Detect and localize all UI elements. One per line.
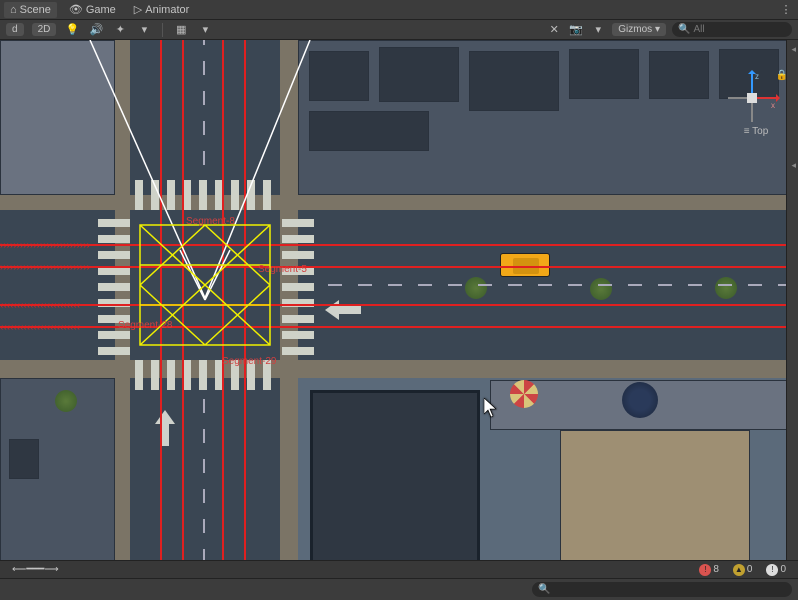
tree [715, 277, 737, 299]
red-lane-line [0, 244, 798, 246]
fx-icon[interactable]: ✦ [112, 22, 128, 38]
info-count: 0 [780, 564, 786, 575]
grid-icon[interactable]: ▦ [173, 22, 189, 38]
warning-icon: ▲ [733, 564, 745, 576]
tree [590, 278, 612, 300]
hidden-icon[interactable]: ▾ [136, 22, 152, 38]
search-icon: 🔍 [678, 24, 690, 35]
lane-divider [203, 40, 205, 195]
red-lane-line [0, 266, 798, 268]
segment-label: Segment-5 [258, 264, 307, 275]
tab-game[interactable]: 👁Game [63, 1, 122, 18]
red-lane-line [0, 304, 798, 306]
shaded-dropdown[interactable]: d [6, 23, 24, 36]
search-icon: 🔍 [538, 584, 550, 595]
scene-icon: ⌂ [10, 4, 17, 16]
lighting-icon[interactable]: 💡 [64, 22, 80, 38]
building [0, 40, 115, 195]
search-input[interactable] [693, 24, 783, 35]
building [9, 439, 39, 479]
segment-label: Segment-8 [186, 216, 235, 227]
overflow-menu-icon[interactable]: ⋮ [778, 2, 794, 18]
crosswalk [282, 215, 314, 355]
tab-animator[interactable]: ▷Animator [128, 1, 196, 18]
status-bar: ⟵━━━⟶ !8 ▲0 !0 [0, 560, 798, 578]
red-lane-line-v [182, 40, 184, 563]
axis-x-label: x [771, 101, 775, 110]
console-search-input[interactable] [553, 584, 643, 595]
scene-viewport[interactable]: ››››››››››››››››››››››››››› ››››››››››››… [0, 40, 798, 563]
tree [465, 277, 487, 299]
tree [55, 390, 77, 412]
animator-icon: ▷ [134, 3, 142, 16]
warnings-count: 0 [747, 564, 753, 575]
gizmos-label: Gizmos [618, 24, 652, 35]
gizmos-dropdown[interactable]: Gizmos ▾ [612, 23, 666, 36]
building [309, 51, 369, 101]
building [298, 40, 788, 195]
status-info[interactable]: !0 [762, 564, 790, 576]
game-icon: 👁 [69, 3, 83, 16]
road-arrow-left [325, 300, 361, 320]
tab-bar: ⌂Scene 👁Game ▷Animator ⋮ [0, 0, 798, 20]
separator [162, 23, 163, 37]
segment-label: Segment-28 [118, 320, 172, 331]
chevron-icon[interactable]: ◂ [791, 160, 796, 171]
building [649, 51, 709, 99]
umbrella [510, 380, 538, 408]
tab-scene-label: Scene [20, 4, 51, 16]
error-icon: ! [699, 564, 711, 576]
errors-count: 8 [713, 564, 719, 575]
status-errors[interactable]: !8 [695, 564, 723, 576]
bottom-bar: 🔍 [0, 578, 798, 600]
mode-2d-toggle[interactable]: 2D [32, 23, 57, 36]
info-icon: ! [766, 564, 778, 576]
camera-icon[interactable]: 📷 [568, 22, 584, 38]
red-lane-line-v [222, 40, 224, 563]
segment-label: Segment-29 [222, 356, 276, 367]
building [309, 111, 429, 151]
snap-icon[interactable]: ▾ [197, 22, 213, 38]
projection-label[interactable]: ≡ Top [736, 126, 776, 137]
road-vertical [130, 40, 280, 563]
axis-gizmo[interactable]: x z [724, 70, 780, 126]
scene-search[interactable]: 🔍 [672, 22, 792, 37]
console-search[interactable]: 🔍 [532, 582, 792, 597]
building [379, 47, 459, 102]
right-panel-strip[interactable]: ◂ ◂ [786, 40, 798, 563]
crosswalk [135, 180, 275, 210]
building [560, 430, 750, 563]
scene-controlbar: d 2D 💡 🔊 ✦ ▾ ▦ ▾ ✕ 📷 ▾ Gizmos ▾ 🔍 [0, 20, 798, 40]
lane-divider [203, 378, 205, 563]
taxi-car [500, 253, 550, 277]
red-lane-line-v [160, 40, 162, 563]
audio-icon[interactable]: 🔊 [88, 22, 104, 38]
lane-divider [298, 284, 798, 286]
road-arrow-up [155, 410, 175, 446]
status-warnings[interactable]: ▲0 [729, 564, 757, 576]
axis-z-label: z [755, 72, 759, 81]
umbrella-blue [622, 382, 658, 418]
building [569, 49, 639, 99]
tools-icon[interactable]: ✕ [546, 22, 562, 38]
scroll-indicator[interactable]: ⟵━━━⟶ [8, 564, 63, 575]
crosswalk [98, 215, 130, 355]
tab-animator-label: Animator [145, 4, 189, 16]
tab-scene[interactable]: ⌂Scene [4, 2, 57, 18]
red-lane-line-v [244, 40, 246, 563]
building [469, 51, 559, 111]
opts-icon[interactable]: ▾ [590, 22, 606, 38]
tab-game-label: Game [86, 4, 116, 16]
chevron-icon[interactable]: ◂ [791, 44, 796, 55]
building [310, 390, 480, 563]
